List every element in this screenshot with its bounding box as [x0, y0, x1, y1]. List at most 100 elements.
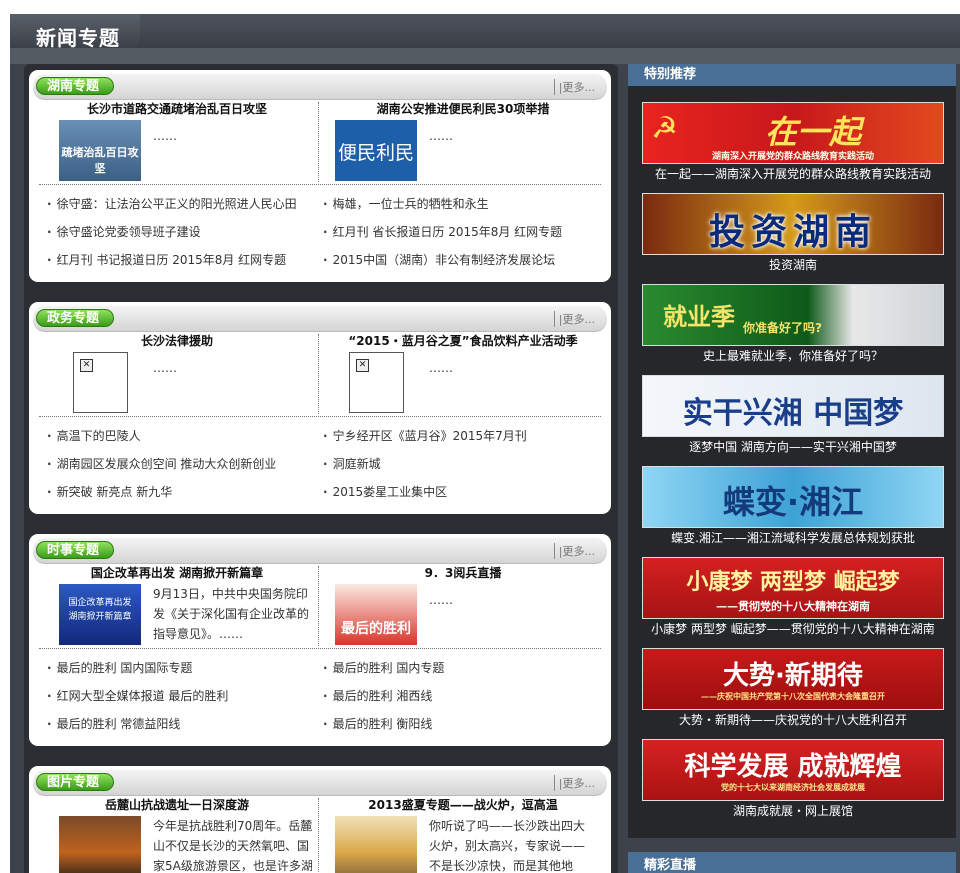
- featured-image[interactable]: [335, 816, 417, 873]
- divider: [39, 648, 601, 649]
- featured-image-text: 便民利民: [337, 142, 414, 164]
- list-item[interactable]: 宁乡经开区《蓝月谷》2015年7月刊: [323, 422, 593, 450]
- divider: [39, 184, 601, 185]
- broken-image[interactable]: ✕: [73, 352, 128, 413]
- banner-image[interactable]: 蝶变·湘江: [642, 466, 944, 528]
- featured-item: 湖南公安推进便民利民30项举措 便民利民 ……: [325, 100, 601, 184]
- list-item[interactable]: 梅雄，一位士兵的牺牲和永生: [323, 190, 593, 218]
- featured-item: 岳麓山抗战遗址一日深度游 今年是抗战胜利70周年。岳麓山不仅是长沙的天然氧吧、国…: [39, 796, 315, 873]
- banner-image[interactable]: 就业季 你准备好了吗?: [642, 284, 944, 346]
- banner-item[interactable]: 小康梦 两型梦 崛起梦 ——贯彻党的十八大精神在湖南 小康梦 两型梦 崛起梦——…: [642, 557, 944, 639]
- featured-desc: 你听说了吗——长沙跌出四大火炉，别太高兴，专家说——不是长沙凉快，而是其他地: [429, 819, 586, 873]
- list-item[interactable]: 最后的胜利 常德益阳线: [47, 710, 317, 738]
- list-item[interactable]: 红网大型全媒体报道 最后的胜利: [47, 682, 317, 710]
- banner-image[interactable]: 在一起 湖南深入开展党的群众路线教育实践活动 ☭: [642, 102, 944, 164]
- banner-item[interactable]: 就业季 你准备好了吗? 史上最难就业季，你准备好了吗？: [642, 284, 944, 366]
- featured-image[interactable]: 最后的胜利: [335, 584, 417, 645]
- banner-item[interactable]: 投资湖南 投资湖南: [642, 193, 944, 275]
- more-link[interactable]: |更多...: [553, 775, 595, 791]
- more-link[interactable]: |更多...: [553, 79, 595, 95]
- section-government: 政务专题 |更多... 长沙法律援助 ✕ …… “2015・蓝月谷之夏”食品饮料…: [29, 302, 611, 514]
- featured-item: 长沙法律援助 ✕ ……: [39, 332, 315, 416]
- header-bar: 新闻专题: [10, 14, 960, 62]
- divider: [39, 416, 601, 417]
- banner-caption[interactable]: 小康梦 两型梦 崛起梦——贯彻党的十八大精神在湖南: [642, 619, 944, 639]
- featured-image[interactable]: 国企改革再出发 湖南掀开新篇章: [59, 584, 141, 645]
- featured-title[interactable]: 9．3阅兵直播: [325, 564, 601, 584]
- featured-desc: ……: [429, 129, 453, 143]
- list-item[interactable]: 洞庭新城: [323, 450, 593, 478]
- banner-item[interactable]: 蝶变·湘江 蝶变.湘江——湘江流域科学发展总体规划获批: [642, 466, 944, 548]
- featured-desc: ……: [153, 361, 177, 375]
- banner-image[interactable]: 投资湖南: [642, 193, 944, 255]
- list-item[interactable]: 最后的胜利 衡阳线: [323, 710, 593, 738]
- list-item[interactable]: 徐守盛：让法治公平正义的阳光照进人民心田: [47, 190, 317, 218]
- list-item[interactable]: 2015娄星工业集中区: [323, 478, 593, 506]
- featured-image[interactable]: 疏堵治乱百日攻坚: [59, 120, 141, 181]
- featured-image[interactable]: 便民利民: [335, 120, 417, 181]
- link-list: 最后的胜利 国内专题 最后的胜利 湘西线 最后的胜利 衡阳线: [323, 654, 593, 738]
- banner-text: 投资湖南: [708, 212, 877, 253]
- featured-item: “2015・蓝月谷之夏”食品饮料产业活动季 ✕ ……: [325, 332, 601, 416]
- featured-image-text: 疏堵治乱百日攻坚: [61, 146, 139, 175]
- featured-desc: ……: [429, 361, 453, 375]
- featured-title[interactable]: 长沙市道路交通疏堵治乱百日攻坚: [39, 100, 315, 120]
- banner-subtext: 你准备好了吗?: [743, 321, 822, 335]
- section-header: 图片专题 |更多...: [33, 770, 607, 796]
- broken-image[interactable]: ✕: [349, 352, 404, 413]
- banner-text: 科学发展 成就辉煌: [684, 752, 902, 782]
- featured-title[interactable]: 2013盛夏专题——战火炉，逗高温: [325, 796, 601, 816]
- list-item[interactable]: 红月刊 书记报道日历 2015年8月 红网专题: [47, 246, 317, 274]
- banner-subtext: ——庆祝中国共产党第十八次全国代表大会隆重召开: [701, 692, 885, 701]
- banner-caption[interactable]: 在一起——湖南深入开展党的群众路线教育实践活动: [642, 164, 944, 184]
- section-label: 图片专题: [36, 773, 115, 791]
- banner-item[interactable]: 大势·新期待 ——庆祝中国共产党第十八次全国代表大会隆重召开 大势・新期待——庆…: [642, 648, 944, 730]
- list-item[interactable]: 最后的胜利 国内国际专题: [47, 654, 317, 682]
- list-item[interactable]: 高温下的巴陵人: [47, 422, 317, 450]
- banner-caption[interactable]: 史上最难就业季，你准备好了吗？: [642, 346, 944, 366]
- list-item[interactable]: 湖南园区发展众创空间 推动大众创新创业: [47, 450, 317, 478]
- page-title: 新闻专题: [36, 26, 120, 50]
- featured-title[interactable]: 湖南公安推进便民利民30项举措: [325, 100, 601, 120]
- banner-item[interactable]: 在一起 湖南深入开展党的群众路线教育实践活动 ☭ 在一起——湖南深入开展党的群众…: [642, 102, 944, 184]
- list-item[interactable]: 徐守盛论党委领导班子建设: [47, 218, 317, 246]
- list-item[interactable]: 红月刊 省长报道日历 2015年8月 红网专题: [323, 218, 593, 246]
- section-header: 时事专题 |更多...: [33, 538, 607, 564]
- banner-image[interactable]: 实干兴湘 中国梦: [642, 375, 944, 437]
- broken-image-icon: ✕: [80, 359, 93, 372]
- banner-item[interactable]: 科学发展 成就辉煌 党的十七大以来湖南经济社会发展成就展 湖南成就展・网上展馆: [642, 739, 944, 821]
- featured-image[interactable]: [59, 816, 141, 873]
- page: 新闻专题 湖南专题 |更多... 长沙市道路交通疏堵治乱百日攻坚 疏堵治乱百日攻…: [10, 14, 960, 873]
- list-item[interactable]: 2015中国（湖南）非公有制经济发展论坛: [323, 246, 593, 274]
- section-label: 湖南专题: [36, 77, 115, 95]
- banner-item[interactable]: 实干兴湘 中国梦 逐梦中国 湖南方向——实干兴湘中国梦: [642, 375, 944, 457]
- featured-title[interactable]: 岳麓山抗战遗址一日深度游: [39, 796, 315, 816]
- more-link[interactable]: |更多...: [553, 311, 595, 327]
- banner-caption[interactable]: 投资湖南: [642, 255, 944, 275]
- link-list: 最后的胜利 国内国际专题 红网大型全媒体报道 最后的胜利 最后的胜利 常德益阳线: [47, 654, 317, 738]
- list-item[interactable]: 最后的胜利 国内专题: [323, 654, 593, 682]
- more-link[interactable]: |更多...: [553, 543, 595, 559]
- featured-title[interactable]: “2015・蓝月谷之夏”食品饮料产业活动季: [325, 332, 601, 352]
- divider: [318, 798, 319, 873]
- banner-image[interactable]: 大势·新期待 ——庆祝中国共产党第十八次全国代表大会隆重召开: [642, 648, 944, 710]
- banner-text: 实干兴湘 中国梦: [682, 396, 904, 431]
- banner-caption[interactable]: 蝶变.湘江——湘江流域科学发展总体规划获批: [642, 528, 944, 548]
- featured-item: 长沙市道路交通疏堵治乱百日攻坚 疏堵治乱百日攻坚 ……: [39, 100, 315, 184]
- featured-title[interactable]: 长沙法律援助: [39, 332, 315, 352]
- banner-caption[interactable]: 逐梦中国 湖南方向——实干兴湘中国梦: [642, 437, 944, 457]
- banner-subtext: 党的十七大以来湖南经济社会发展成就展: [721, 783, 865, 792]
- banner-image[interactable]: 科学发展 成就辉煌 党的十七大以来湖南经济社会发展成就展: [642, 739, 944, 801]
- banner-image[interactable]: 小康梦 两型梦 崛起梦 ——贯彻党的十八大精神在湖南: [642, 557, 944, 619]
- banner-text: 就业季: [663, 303, 735, 331]
- sidebar-body: 在一起 湖南深入开展党的群众路线教育实践活动 ☭ 在一起——湖南深入开展党的群众…: [628, 86, 956, 838]
- broken-image-icon: ✕: [356, 359, 369, 372]
- banner-subtext: ——贯彻党的十八大精神在湖南: [716, 600, 870, 613]
- list-item[interactable]: 新突破 新亮点 新九华: [47, 478, 317, 506]
- featured-title[interactable]: 国企改革再出发 湖南掀开新篇章: [39, 564, 315, 584]
- banner-caption[interactable]: 湖南成就展・网上展馆: [642, 801, 944, 821]
- recommend-sidebar: 特别推荐 在一起 湖南深入开展党的群众路线教育实践活动 ☭ 在一起——湖南深入开…: [628, 64, 956, 873]
- banner-caption[interactable]: 大势・新期待——庆祝党的十八大胜利召开: [642, 710, 944, 730]
- featured-image-text: 国企改革再出发 湖南掀开新篇章: [68, 598, 132, 622]
- list-item[interactable]: 最后的胜利 湘西线: [323, 682, 593, 710]
